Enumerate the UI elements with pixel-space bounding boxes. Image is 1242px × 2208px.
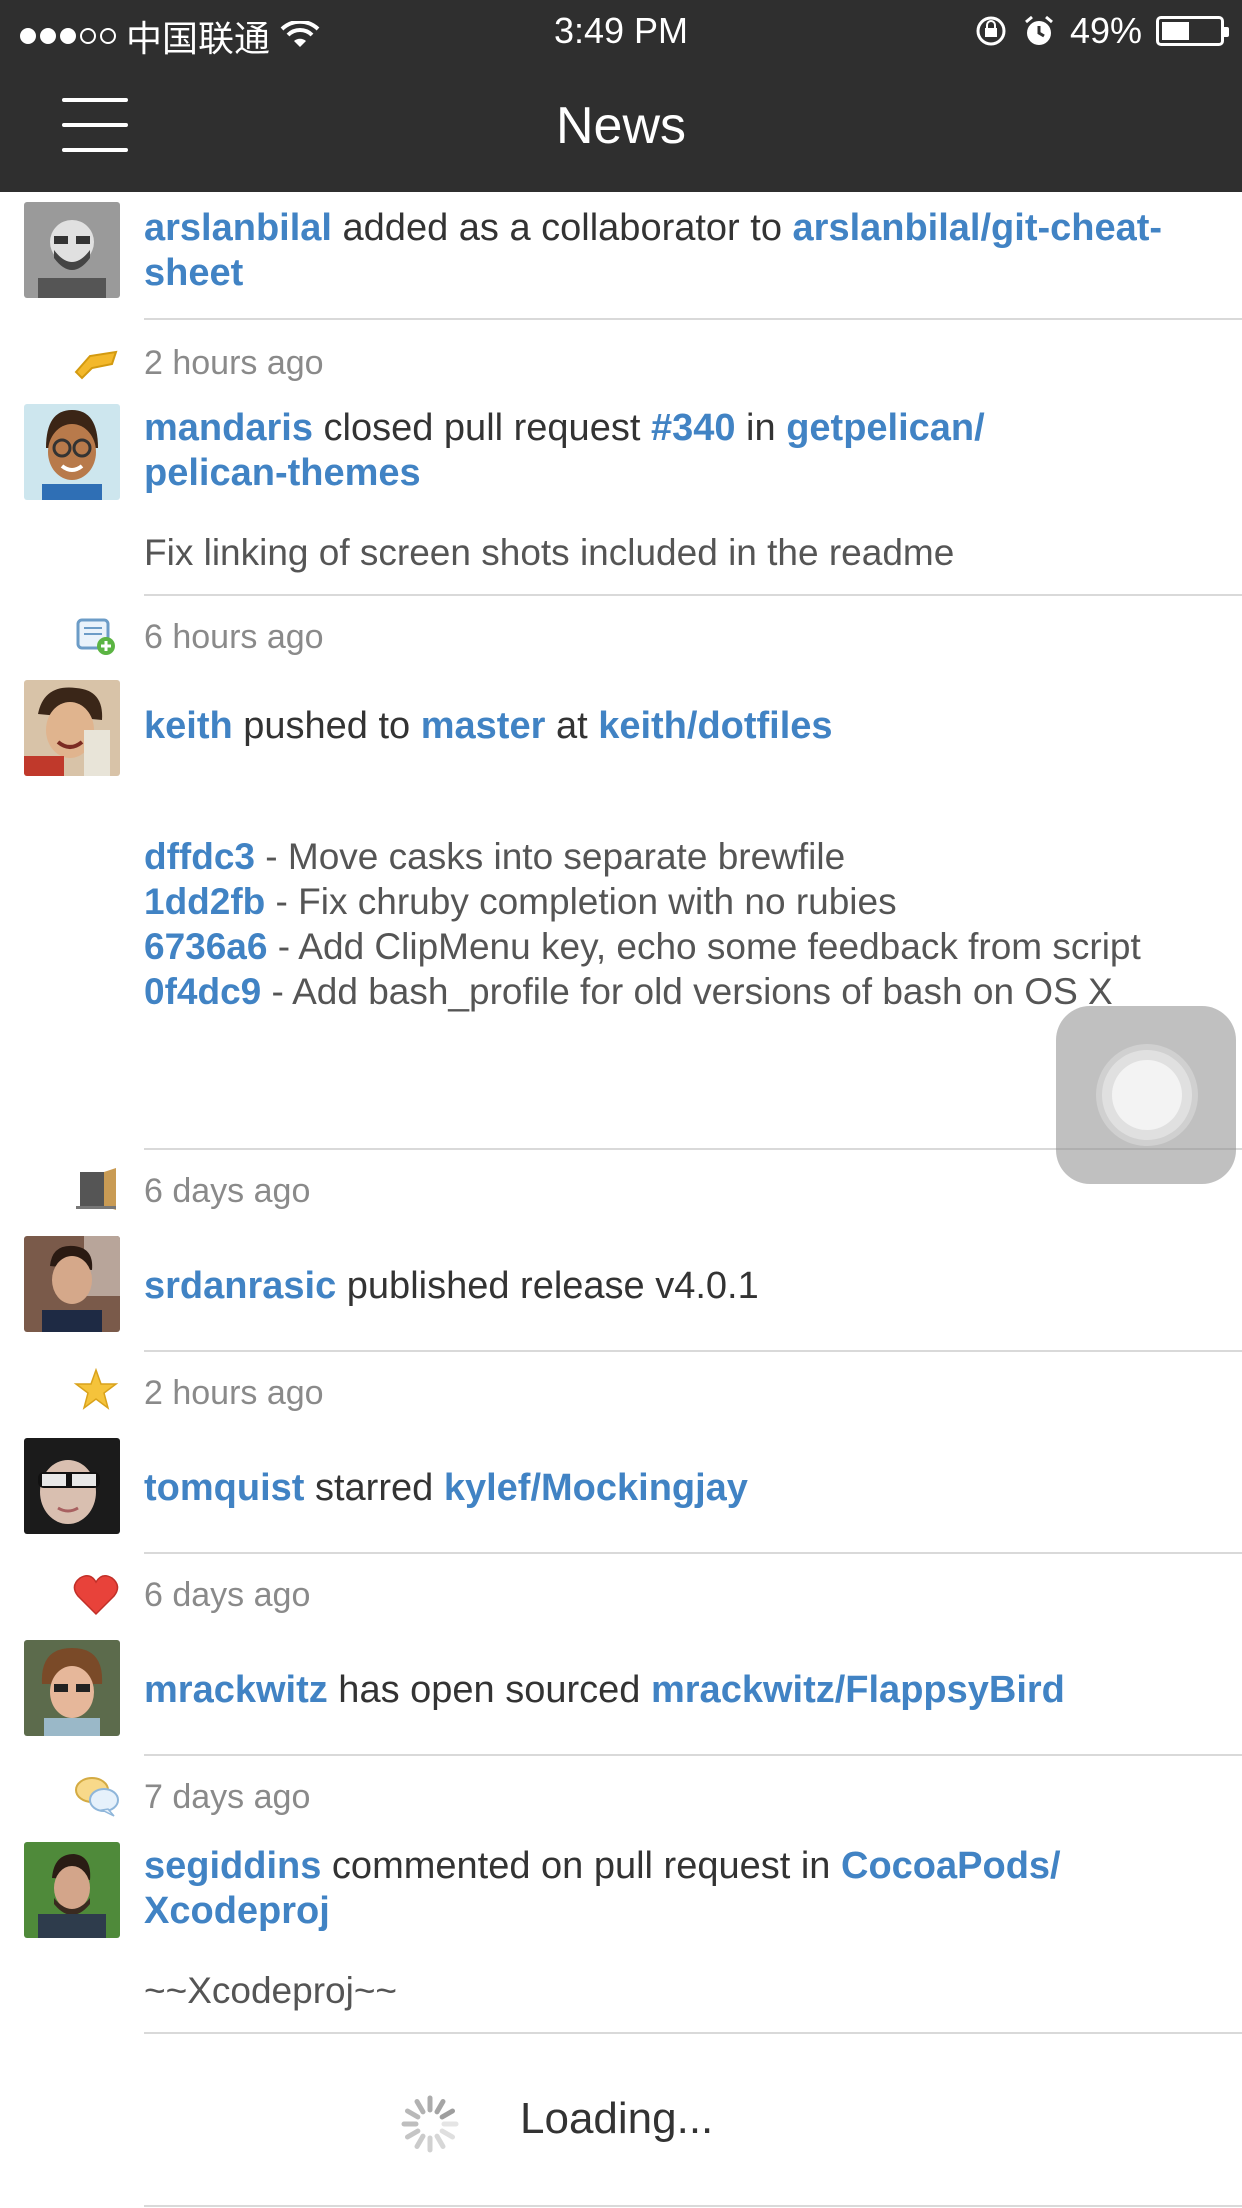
timestamp: 2 hours ago bbox=[144, 344, 324, 382]
action-text: in bbox=[735, 407, 787, 449]
battery-icon bbox=[1156, 16, 1229, 46]
alarm-icon bbox=[1024, 15, 1053, 45]
divider bbox=[144, 1552, 1242, 1554]
assistive-touch-button[interactable] bbox=[1056, 1006, 1236, 1184]
avatar[interactable] bbox=[24, 1438, 120, 1534]
timestamp: 6 hours ago bbox=[144, 618, 324, 656]
action-text: at bbox=[545, 705, 599, 747]
avatar[interactable] bbox=[24, 404, 120, 500]
pull-request-title: Fix linking of screen shots included in … bbox=[144, 532, 955, 573]
feed-headline: keith pushed to master at keith/dotfiles bbox=[144, 704, 1214, 749]
commit-message: - Add ClipMenu key, echo some feedback f… bbox=[267, 926, 1141, 967]
comment-bubbles-icon bbox=[75, 1777, 119, 1817]
pull-request-link[interactable]: #340 bbox=[651, 407, 736, 449]
avatar[interactable] bbox=[24, 1842, 120, 1938]
commit-row: dffdc3 - Move casks into separate brewfi… bbox=[144, 834, 1214, 879]
navigation-bar: News bbox=[0, 62, 1242, 192]
commit-sha-link[interactable]: dffdc3 bbox=[144, 836, 255, 877]
spinner-icon bbox=[401, 2095, 459, 2153]
comment-body: ~~Xcodeproj~~ bbox=[144, 1970, 398, 2011]
star-icon bbox=[73, 1368, 119, 1410]
push-scroll-icon bbox=[76, 618, 115, 655]
timestamp: 2 hours ago bbox=[144, 1374, 324, 1412]
commit-sha-link[interactable]: 1dd2fb bbox=[144, 881, 265, 922]
feed-headline: tomquist starred kylef/Mockingjay bbox=[144, 1466, 1214, 1511]
divider bbox=[144, 594, 1242, 596]
battery-percent: 49% bbox=[1069, 10, 1142, 51]
divider bbox=[144, 1754, 1242, 1756]
heart-icon bbox=[73, 1575, 119, 1616]
actor-link[interactable]: mrackwitz bbox=[144, 1669, 328, 1711]
avatar[interactable] bbox=[24, 1640, 120, 1736]
loading-label: Loading... bbox=[520, 2094, 714, 2143]
action-text: has open sourced bbox=[327, 1669, 651, 1711]
action-text: commented on pull request in bbox=[321, 1845, 841, 1887]
actor-link[interactable]: tomquist bbox=[144, 1467, 304, 1509]
action-text: closed pull request bbox=[312, 407, 651, 449]
divider bbox=[144, 318, 1242, 320]
actor-link[interactable]: mandaris bbox=[144, 407, 313, 449]
action-text: added as a collaborator to bbox=[331, 207, 793, 249]
timestamp: 6 days ago bbox=[144, 1576, 311, 1614]
commit-row: 1dd2fb - Fix chruby completion with no r… bbox=[144, 879, 1214, 924]
commit-message: - Fix chruby completion with no rubies bbox=[265, 881, 897, 922]
divider bbox=[144, 1350, 1242, 1352]
rotation-lock-icon bbox=[976, 16, 1006, 46]
actor-link[interactable]: arslanbilal bbox=[144, 207, 332, 249]
release-door-icon bbox=[76, 1168, 116, 1210]
commit-message: - Add bash_profile for old versions of b… bbox=[261, 971, 1113, 1012]
repo-link[interactable]: keith/dotfiles bbox=[598, 705, 832, 747]
action-text: pushed to bbox=[232, 705, 421, 747]
action-text: published release v4.0.1 bbox=[336, 1265, 759, 1307]
avatar[interactable] bbox=[24, 1236, 120, 1332]
loading-indicator: Loading... bbox=[0, 2086, 1242, 2156]
action-text: starred bbox=[304, 1467, 444, 1509]
timestamp: 7 days ago bbox=[144, 1778, 311, 1816]
branch-link[interactable]: master bbox=[421, 705, 546, 747]
feed-headline: arslanbilal added as a collaborator to a… bbox=[144, 206, 1214, 296]
timestamp: 6 days ago bbox=[144, 1172, 311, 1210]
avatar[interactable] bbox=[24, 680, 120, 776]
avatar[interactable] bbox=[24, 202, 120, 298]
feed-headline: srdanrasic published release v4.0.1 bbox=[144, 1264, 1214, 1309]
divider bbox=[144, 2205, 1242, 2207]
divider bbox=[144, 2032, 1242, 2034]
commit-list: dffdc3 - Move casks into separate brewfi… bbox=[144, 834, 1214, 1014]
feed-headline: mandaris closed pull request #340 in get… bbox=[144, 406, 1214, 496]
actor-link[interactable]: srdanrasic bbox=[144, 1265, 336, 1307]
commit-row: 0f4dc9 - Add bash_profile for old versio… bbox=[144, 969, 1214, 1014]
feed-headline: segiddins commented on pull request in C… bbox=[144, 1844, 1214, 1934]
repo-link[interactable]: mrackwitz/FlappsyBird bbox=[651, 1669, 1065, 1711]
commit-message: - Move casks into separate brewfile bbox=[255, 836, 846, 877]
feed-headline: mrackwitz has open sourced mrackwitz/Fla… bbox=[144, 1668, 1214, 1713]
commit-row: 6736a6 - Add ClipMenu key, echo some fee… bbox=[144, 924, 1214, 969]
actor-link[interactable]: keith bbox=[144, 705, 233, 747]
commit-sha-link[interactable]: 0f4dc9 bbox=[144, 971, 261, 1012]
status-bar-right: 49% bbox=[974, 10, 1229, 52]
repo-link[interactable]: kylef/Mockingjay bbox=[444, 1467, 748, 1509]
pull-request-hand-icon bbox=[74, 350, 118, 380]
commit-sha-link[interactable]: 6736a6 bbox=[144, 926, 267, 967]
actor-link[interactable]: segiddins bbox=[144, 1845, 321, 1887]
status-bar: 中国联通 3:49 PM 49% bbox=[0, 0, 1242, 62]
page-title: News bbox=[555, 97, 687, 155]
